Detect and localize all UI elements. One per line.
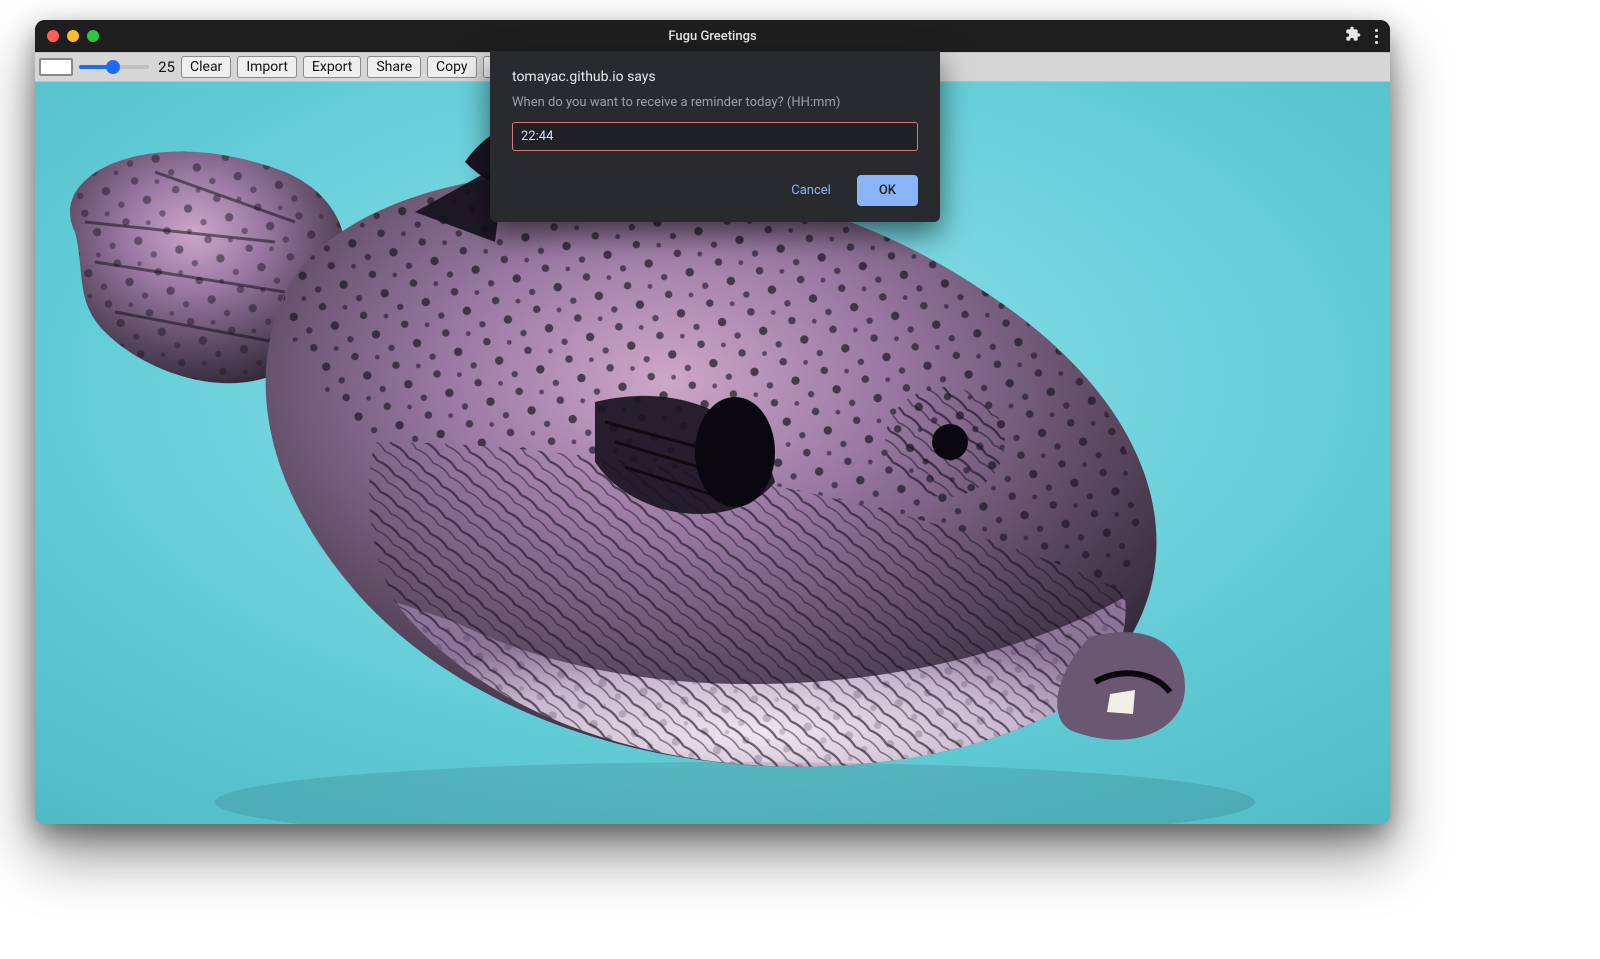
titlebar: Fugu Greetings [35, 20, 1390, 52]
extensions-icon[interactable] [1345, 26, 1361, 46]
brush-size-value: 25 [155, 58, 175, 76]
app-window: Fugu Greetings 25 Clear Import Export [35, 20, 1390, 824]
brush-size-slider[interactable] [79, 59, 149, 75]
dialog-input[interactable] [512, 122, 918, 151]
color-picker[interactable] [39, 58, 73, 76]
export-button[interactable]: Export [303, 56, 361, 78]
dialog-origin: tomayac.github.io says [512, 69, 918, 85]
copy-button[interactable]: Copy [427, 56, 477, 78]
menu-icon[interactable] [1375, 29, 1378, 44]
dialog-message: When do you want to receive a reminder t… [512, 95, 918, 110]
window-title: Fugu Greetings [35, 29, 1390, 44]
clear-button[interactable]: Clear [181, 56, 231, 78]
share-button[interactable]: Share [367, 56, 421, 78]
maximize-window-button[interactable] [87, 30, 99, 42]
close-window-button[interactable] [47, 30, 59, 42]
slider-thumb[interactable] [106, 60, 120, 74]
traffic-lights [47, 30, 99, 42]
import-button[interactable]: Import [237, 56, 297, 78]
ok-button[interactable]: OK [857, 175, 918, 206]
cancel-button[interactable]: Cancel [777, 175, 845, 206]
minimize-window-button[interactable] [67, 30, 79, 42]
prompt-dialog: tomayac.github.io says When do you want … [490, 51, 940, 222]
